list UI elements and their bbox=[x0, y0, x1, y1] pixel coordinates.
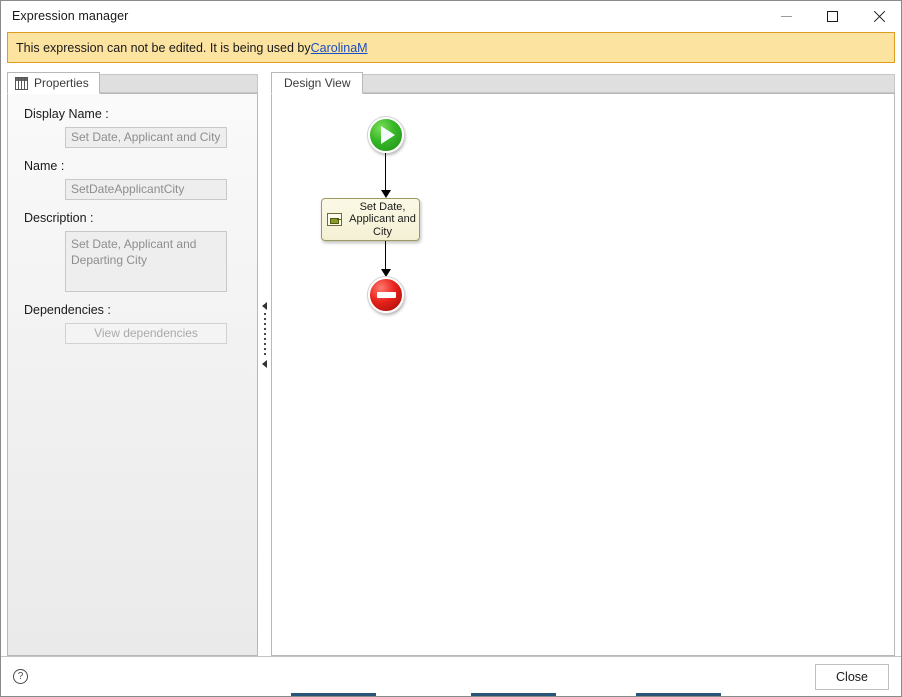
design-tabstrip: Design View bbox=[271, 71, 895, 94]
expression-manager-window: Expression manager This expression can n… bbox=[0, 0, 902, 697]
tab-design-view[interactable]: Design View bbox=[271, 72, 364, 94]
maximize-icon bbox=[826, 10, 838, 22]
window-title: Expression manager bbox=[12, 9, 129, 23]
stop-icon bbox=[376, 292, 396, 298]
diagram-end-node[interactable] bbox=[368, 277, 404, 313]
footer-bar: ? Close bbox=[1, 656, 901, 696]
diagram-task-node[interactable]: Set Date, Applicant and City bbox=[321, 198, 420, 241]
display-name-input[interactable]: Set Date, Applicant and City bbox=[65, 127, 227, 148]
title-bar: Expression manager bbox=[1, 1, 901, 32]
design-tabstrip-filler bbox=[363, 74, 895, 93]
tab-properties-label: Properties bbox=[34, 76, 89, 90]
dependencies-label: Dependencies : bbox=[24, 303, 111, 317]
properties-grid-icon bbox=[15, 76, 28, 90]
view-dependencies-button[interactable]: View dependencies bbox=[65, 323, 227, 344]
minimize-button[interactable] bbox=[763, 1, 809, 31]
collapse-left-arrow-icon[interactable] bbox=[262, 302, 267, 310]
design-canvas[interactable]: Set Date, Applicant and City bbox=[271, 93, 895, 656]
design-panel: Design View Set Date, Applicant and City bbox=[271, 71, 895, 656]
splitter-dots-icon bbox=[263, 313, 266, 357]
tab-properties[interactable]: Properties bbox=[7, 72, 100, 94]
help-icon[interactable]: ? bbox=[13, 669, 28, 684]
properties-panel: Properties Display Name : Set Date, Appl… bbox=[7, 71, 258, 656]
collapse-left-arrow-icon-2[interactable] bbox=[262, 360, 267, 368]
connector-start-to-task bbox=[385, 153, 386, 192]
play-icon bbox=[381, 126, 395, 144]
arrowhead-icon-1 bbox=[381, 190, 391, 198]
close-dialog-button[interactable]: Close bbox=[815, 663, 889, 690]
maximize-button[interactable] bbox=[809, 1, 855, 31]
description-label: Description : bbox=[24, 211, 94, 225]
form-field-icon bbox=[327, 213, 342, 226]
tab-design-view-label: Design View bbox=[284, 76, 351, 90]
panel-splitter[interactable] bbox=[258, 71, 271, 656]
properties-content: Display Name : Set Date, Applicant and C… bbox=[7, 93, 258, 656]
close-window-button[interactable] bbox=[855, 1, 901, 31]
properties-tabstrip: Properties bbox=[7, 71, 258, 94]
name-label: Name : bbox=[24, 159, 65, 173]
diagram-start-node[interactable] bbox=[368, 117, 404, 153]
display-name-label: Display Name : bbox=[24, 107, 109, 121]
diagram-task-node-label: Set Date, Applicant and City bbox=[349, 200, 416, 238]
connector-task-to-end bbox=[385, 241, 386, 271]
close-icon bbox=[872, 10, 885, 23]
splitter-grip[interactable] bbox=[258, 302, 271, 368]
name-input[interactable]: SetDateApplicantCity bbox=[65, 179, 227, 200]
properties-fields: Display Name : Set Date, Applicant and C… bbox=[8, 107, 257, 344]
body-area: Properties Display Name : Set Date, Appl… bbox=[1, 63, 901, 656]
minimize-icon bbox=[780, 15, 792, 17]
warning-banner: This expression can not be edited. It is… bbox=[7, 32, 895, 63]
warning-banner-text: This expression can not be edited. It is… bbox=[16, 40, 311, 55]
warning-banner-user-link[interactable]: CarolinaM bbox=[311, 41, 368, 55]
arrowhead-icon-2 bbox=[381, 269, 391, 277]
properties-tabstrip-filler bbox=[99, 74, 258, 93]
description-input[interactable]: Set Date, Applicant and Departing City bbox=[65, 231, 227, 292]
